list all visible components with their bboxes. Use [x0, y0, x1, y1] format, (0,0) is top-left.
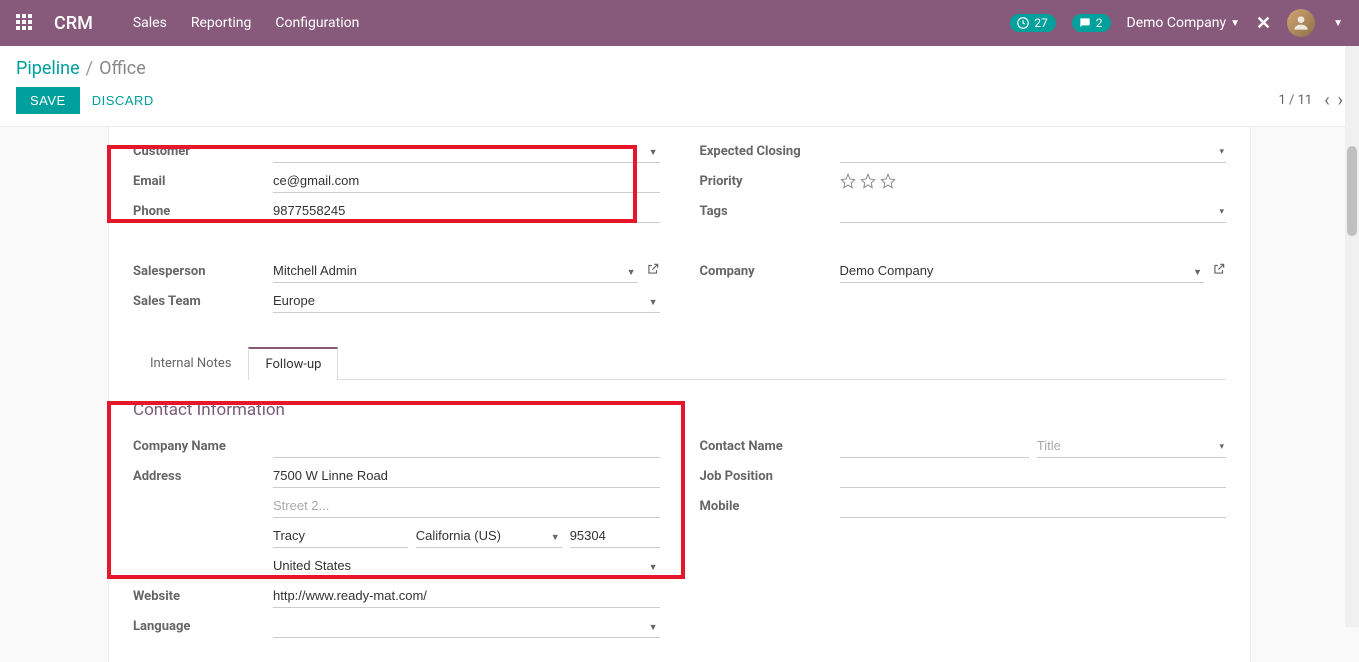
activity-badge[interactable]: 27 — [1010, 14, 1056, 32]
external-link-icon[interactable] — [1212, 262, 1226, 280]
website-label: Website — [133, 589, 273, 604]
breadcrumb-sep: / — [86, 58, 93, 79]
website-input[interactable] — [273, 584, 660, 608]
tab-followup[interactable]: Follow-up — [248, 347, 338, 380]
caret-down-icon: ▼ — [1230, 18, 1240, 29]
scrollbar-thumb[interactable] — [1347, 146, 1357, 236]
nav-sales[interactable]: Sales — [133, 15, 167, 31]
customer-label: Customer — [133, 144, 273, 159]
top-navbar: CRM Sales Reporting Configuration 27 2 D… — [0, 0, 1359, 46]
save-button[interactable]: SAVE — [16, 87, 80, 114]
expected-closing-input[interactable] — [840, 139, 1227, 163]
phone-input[interactable] — [273, 199, 660, 223]
tags-label: Tags — [700, 204, 840, 219]
tab-internal-notes[interactable]: Internal Notes — [133, 347, 248, 380]
contact-section-title: Contact Information — [133, 400, 1226, 420]
company-input[interactable] — [840, 259, 1205, 283]
mobile-label: Mobile — [700, 499, 840, 514]
star-icon[interactable] — [840, 173, 856, 189]
contact-name-label: Contact Name — [700, 439, 840, 454]
tabs: Internal Notes Follow-up — [133, 347, 1226, 380]
company-label: Company — [700, 264, 840, 279]
language-label: Language — [133, 619, 273, 634]
action-bar: SAVE DISCARD 1 / 11 ‹ › — [0, 87, 1359, 127]
message-badge[interactable]: 2 — [1072, 14, 1111, 32]
mobile-input[interactable] — [840, 494, 1227, 518]
star-icon[interactable] — [860, 173, 876, 189]
breadcrumb-parent[interactable]: Pipeline — [16, 58, 80, 79]
company-name-input[interactable] — [273, 434, 660, 458]
zip-input[interactable] — [570, 524, 660, 548]
pager: 1 / 11 ‹ › — [1278, 90, 1343, 111]
email-input[interactable] — [273, 169, 660, 193]
nav-configuration[interactable]: Configuration — [275, 15, 359, 31]
nav-reporting[interactable]: Reporting — [191, 15, 252, 31]
form-gutter-left — [0, 127, 108, 662]
phone-label: Phone — [133, 204, 273, 219]
star-icon[interactable] — [880, 173, 896, 189]
street1-input[interactable] — [273, 464, 660, 488]
salesteam-label: Sales Team — [133, 294, 273, 309]
title-input[interactable] — [1037, 434, 1226, 458]
user-avatar[interactable] — [1287, 9, 1315, 37]
company-name-label: Company Name — [133, 439, 273, 454]
user-caret-icon[interactable]: ▼ — [1333, 18, 1343, 29]
city-input[interactable] — [273, 524, 408, 548]
contact-name-input[interactable] — [840, 434, 1029, 458]
tags-input[interactable] — [840, 199, 1227, 223]
clock-icon — [1016, 16, 1030, 30]
email-label: Email — [133, 174, 273, 189]
form-gutter-right — [1251, 127, 1359, 662]
pager-count: 1 / 11 — [1278, 93, 1312, 108]
pager-next-icon[interactable]: › — [1338, 90, 1343, 111]
street2-input[interactable] — [273, 494, 660, 518]
discard-button[interactable]: DISCARD — [92, 93, 154, 108]
form-body: Customer ▼ Email Phone — [108, 127, 1251, 662]
country-input[interactable] — [273, 554, 660, 578]
pager-prev-icon[interactable]: ‹ — [1324, 90, 1329, 111]
address-label: Address — [133, 469, 273, 484]
language-input[interactable] — [273, 614, 660, 638]
salesteam-input[interactable] — [273, 289, 660, 313]
external-link-icon[interactable] — [646, 262, 660, 280]
salesperson-label: Salesperson — [133, 264, 273, 279]
breadcrumb: Pipeline / Office — [0, 46, 1359, 87]
job-position-input[interactable] — [840, 464, 1227, 488]
apps-icon[interactable] — [16, 14, 34, 32]
job-position-label: Job Position — [700, 469, 840, 484]
close-icon[interactable]: ✕ — [1256, 13, 1271, 34]
state-input[interactable] — [416, 524, 562, 548]
vertical-scrollbar[interactable] — [1345, 46, 1359, 627]
chat-icon — [1078, 16, 1092, 30]
customer-input[interactable] — [273, 139, 660, 163]
expected-closing-label: Expected Closing — [700, 144, 840, 159]
app-title: CRM — [54, 13, 93, 34]
breadcrumb-current: Office — [99, 58, 146, 79]
salesperson-input[interactable] — [273, 259, 638, 283]
priority-label: Priority — [700, 174, 840, 189]
company-selector[interactable]: Demo Company ▼ — [1127, 15, 1240, 31]
